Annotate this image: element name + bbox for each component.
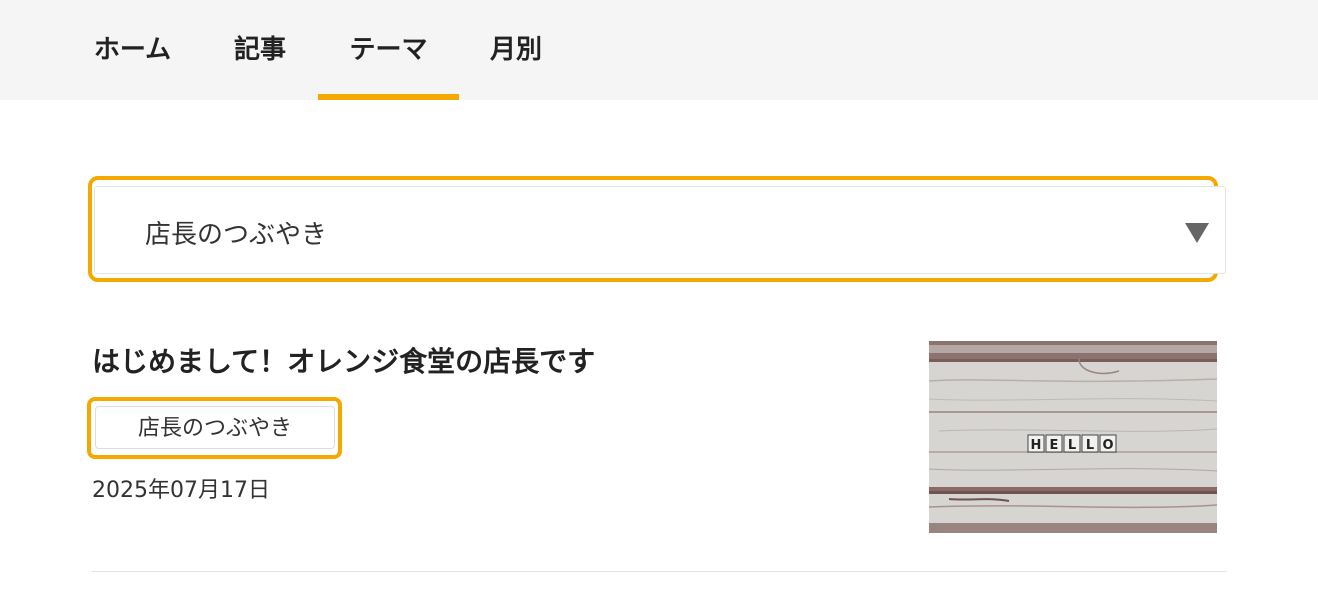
article-tag[interactable]: 店長のつぶやき xyxy=(95,406,335,449)
article-date: 2025年07月17日 xyxy=(92,478,270,503)
article-divider xyxy=(92,571,1227,572)
tab-articles[interactable]: 記事 xyxy=(210,0,310,100)
svg-text:E: E xyxy=(1050,438,1059,453)
tab-home[interactable]: ホーム xyxy=(80,0,185,100)
theme-select-highlight: 店長のつぶやき xyxy=(88,176,1226,282)
tab-theme[interactable]: テーマ xyxy=(318,0,459,100)
svg-text:H: H xyxy=(1031,438,1042,453)
article-thumbnail[interactable]: H E L L O xyxy=(929,341,1217,533)
theme-select[interactable]: 店長のつぶやき xyxy=(94,186,1226,274)
wood-hello-image: H E L L O xyxy=(929,341,1217,533)
svg-text:O: O xyxy=(1102,438,1113,453)
tab-monthly[interactable]: 月別 xyxy=(470,0,562,100)
svg-text:L: L xyxy=(1086,438,1094,453)
svg-text:L: L xyxy=(1068,438,1076,453)
triangle-down-icon[interactable] xyxy=(1185,223,1209,243)
top-navigation: ホーム 記事 テーマ 月別 xyxy=(0,0,1318,100)
tag-highlight: 店長のつぶやき xyxy=(87,397,342,459)
theme-select-value: 店長のつぶやき xyxy=(145,220,328,250)
article-title[interactable]: はじめまして！オレンジ食堂の店長です xyxy=(92,338,595,386)
